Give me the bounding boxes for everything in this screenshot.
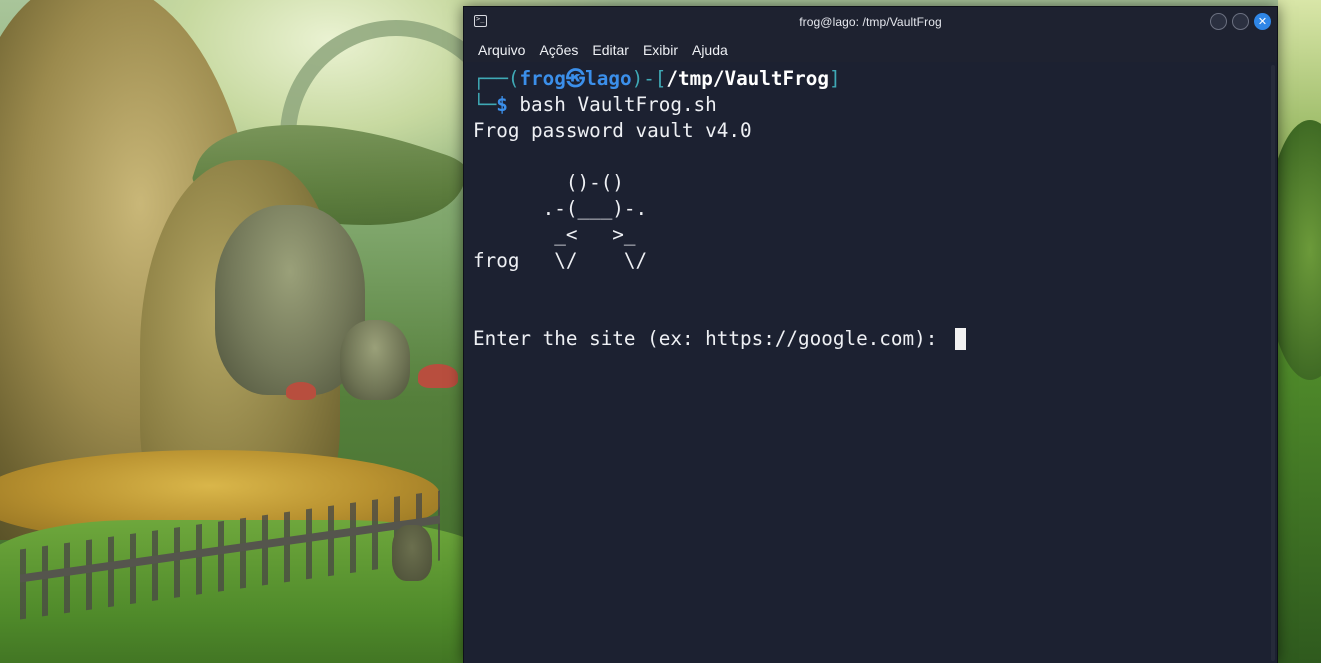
- terminal-icon-glyph: >_: [476, 15, 485, 23]
- window-controls: ✕: [1210, 13, 1271, 30]
- terminal-icon[interactable]: >_: [474, 15, 487, 27]
- close-icon: ✕: [1257, 15, 1268, 28]
- menu-item-ajuda[interactable]: Ajuda: [685, 42, 735, 58]
- prompt-separator: )-[: [631, 67, 667, 90]
- menu-item-acoes[interactable]: Ações: [532, 42, 585, 58]
- maximize-button[interactable]: [1232, 13, 1249, 30]
- wallpaper-pot: [392, 525, 432, 581]
- prompt-line2-prefix: └─: [473, 93, 497, 116]
- minimize-button[interactable]: [1210, 13, 1227, 30]
- site-input-prompt: Enter the site (ex: https://google.com):: [473, 327, 949, 350]
- text-cursor: [954, 328, 966, 350]
- menu-item-editar[interactable]: Editar: [585, 42, 636, 58]
- close-button[interactable]: ✕: [1254, 13, 1271, 30]
- title-bar[interactable]: >_ frog@lago: /tmp/VaultFrog ✕: [464, 7, 1277, 37]
- menu-item-exibir[interactable]: Exibir: [636, 42, 685, 58]
- wallpaper-mushroom: [286, 382, 316, 400]
- prompt-at-symbol: ㉿: [565, 67, 586, 90]
- ascii-art-line: .-(___)-.: [473, 197, 648, 220]
- prompt-dollar: $: [496, 93, 508, 116]
- ascii-art-line: _< >_: [473, 223, 636, 246]
- prompt-close-bracket: ]: [828, 67, 841, 90]
- ascii-art-line: frog \/ \/: [473, 249, 648, 272]
- menu-bar: Arquivo Ações Editar Exibir Ajuda: [464, 37, 1277, 62]
- terminal-output-area[interactable]: ┌──(frog㉿lago)-[/tmp/VaultFrog] └─$ bash…: [464, 62, 1277, 663]
- wallpaper-frog-statue-small: [340, 320, 410, 400]
- ascii-art-line: ()-(): [473, 171, 624, 194]
- command-text: bash VaultFrog.sh: [507, 93, 717, 116]
- prompt-user: frog: [519, 67, 566, 90]
- prompt-host: lago: [585, 67, 632, 90]
- terminal-window: >_ frog@lago: /tmp/VaultFrog ✕ Arquivo A…: [463, 6, 1278, 663]
- menu-item-arquivo[interactable]: Arquivo: [471, 42, 532, 58]
- prompt-prefix: ┌──(: [473, 67, 520, 90]
- output-header: Frog password vault v4.0: [473, 119, 752, 142]
- terminal-scrollbar[interactable]: [1271, 65, 1275, 661]
- prompt-line-1: ┌──(frog㉿lago)-[/tmp/VaultFrog]: [473, 66, 1277, 92]
- window-title: frog@lago: /tmp/VaultFrog: [799, 15, 942, 29]
- prompt-line-2: └─$ bash VaultFrog.sh: [473, 92, 1277, 118]
- prompt-path: /tmp/VaultFrog: [666, 67, 829, 90]
- site-input-line[interactable]: Enter the site (ex: https://google.com):: [473, 326, 1277, 352]
- wallpaper-mushroom: [418, 364, 458, 388]
